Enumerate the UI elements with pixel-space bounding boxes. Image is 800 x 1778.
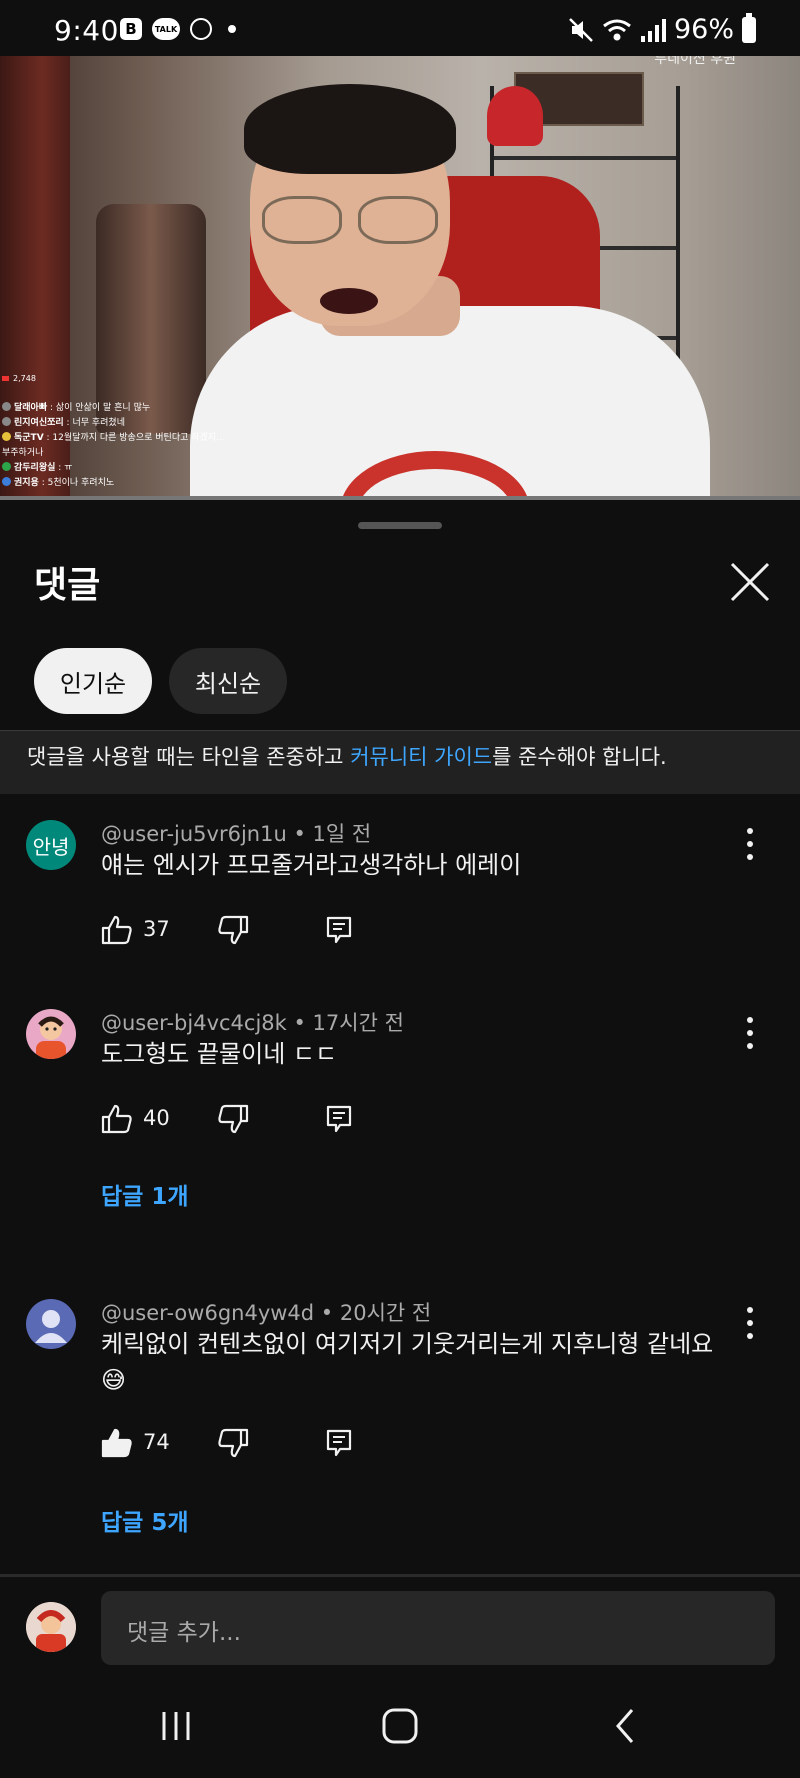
avatar[interactable] xyxy=(26,1299,76,1349)
battery-icon xyxy=(742,12,756,43)
status-time: 9:40 xyxy=(54,14,119,47)
view-replies-link[interactable]: 답글 1개 xyxy=(101,1177,189,1211)
chat-text: 부주하거나 xyxy=(2,448,44,458)
view-replies-link[interactable]: 답글 5개 xyxy=(101,1503,189,1537)
thumb-down-icon[interactable] xyxy=(217,1103,249,1135)
chat-avatar-icon xyxy=(2,402,11,411)
chat-line: 감두리왕실 : ㅠ xyxy=(2,461,242,476)
comment-text: 케릭없이 컨텐츠없이 여기저기 기웃거리는게 지후니형 같네요 xyxy=(101,1330,714,1358)
chat-text: : ㅠ xyxy=(55,463,73,473)
like-count: 37 xyxy=(143,917,170,941)
thumb-down-icon[interactable] xyxy=(217,914,249,946)
notice-text-end: 를 준수해야 합니다. xyxy=(492,745,667,769)
comment-actions: 37 xyxy=(101,914,401,950)
chat-user: 권지용 xyxy=(14,478,39,488)
comment-meta: @user-ow6gn4yw4d • 20시간 전 xyxy=(101,1301,432,1325)
viewer-count: 2,748 xyxy=(2,374,242,383)
reply-icon[interactable] xyxy=(323,914,355,946)
like-count: 74 xyxy=(143,1430,170,1454)
live-icon xyxy=(2,376,9,381)
home-icon[interactable] xyxy=(378,1706,422,1746)
chat-text: : 12월달까지 다른 방송으로 버틴다고 하겠지... xyxy=(43,433,225,443)
signal-icon xyxy=(640,18,666,42)
comment-actions: 74 xyxy=(101,1427,401,1463)
thumb-up-filled-icon[interactable] xyxy=(101,1427,133,1459)
live-chat-overlay: 2,748 달래아빠 : 삶이 안삶이 말 흔니 많누 린지여신쪼리 : 너무 … xyxy=(2,374,242,491)
chat-user: 린지여신쪼리 xyxy=(14,418,64,428)
alarm-icon xyxy=(190,18,212,40)
chat-text: : 삶이 안삶이 말 흔니 많누 xyxy=(47,403,151,413)
chat-text: : 5천이나 후려치노 xyxy=(38,478,115,488)
thumb-down-icon[interactable] xyxy=(217,1427,249,1459)
comment-meta: @user-bj4vc4cj8k • 17시간 전 xyxy=(101,1011,404,1035)
chat-line: 부주하거나 xyxy=(2,446,242,461)
current-user-avatar xyxy=(26,1602,76,1652)
notice-text: 댓글을 사용할 때는 타인을 존중하고 xyxy=(27,745,351,769)
thumb-up-icon[interactable] xyxy=(101,1103,133,1135)
comment-emoji: 😅 xyxy=(101,1366,127,1394)
comment-item: @user-bj4vc4cj8k • 17시간 전 도그형도 끝물이네 ㄷㄷ 4… xyxy=(0,997,800,1227)
chat-user: 달래아빠 xyxy=(14,403,48,413)
reply-icon[interactable] xyxy=(323,1103,355,1135)
chat-avatar-icon xyxy=(2,417,11,426)
user-avatar-icon xyxy=(26,1602,76,1652)
drag-handle[interactable] xyxy=(358,522,442,529)
chat-line: 달래아빠 : 삶이 안삶이 말 흔니 많누 xyxy=(2,401,242,416)
more-notifications-dot-icon xyxy=(228,25,236,33)
chat-line: 권지용 : 5천이나 후려치노 xyxy=(2,476,242,491)
chat-user: 독군TV xyxy=(14,433,44,443)
avatar[interactable]: 안녕 xyxy=(26,820,76,870)
battery-percent: 96% xyxy=(673,14,734,45)
sheet-title: 댓글 xyxy=(34,565,101,606)
viewer-count-value: 2,748 xyxy=(13,374,36,383)
reply-icon[interactable] xyxy=(323,1427,355,1459)
status-bar: 9:40 B TALK 96% xyxy=(0,0,800,56)
video-progress-bar[interactable] xyxy=(0,496,800,500)
donation-overlay-text: 투네이션 후원 xyxy=(654,56,736,67)
kakaotalk-icon: TALK xyxy=(152,18,180,40)
add-comment-input[interactable]: 댓글 추가... xyxy=(101,1591,775,1665)
chat-avatar-icon xyxy=(2,462,11,471)
system-indicators: 96% xyxy=(568,12,756,45)
app-badge-icon: B xyxy=(120,18,142,40)
video-scene-mouth xyxy=(320,288,378,314)
default-avatar-icon xyxy=(35,1310,67,1343)
video-player[interactable]: 투네이션 후원 2,748 달래아빠 : 삶이 안삶이 말 흔니 많누 린지여신… xyxy=(0,56,800,500)
chat-avatar-icon xyxy=(2,477,11,486)
comment-text: 얘는 엔시가 프모줄거라고생각하나 에레이 xyxy=(101,851,522,879)
comment-item: @user-ow6gn4yw4d • 20시간 전 케릭없이 컨텐츠없이 여기저… xyxy=(0,1287,800,1567)
wifi-icon xyxy=(603,19,631,40)
sort-chip-newest[interactable]: 최신순 xyxy=(169,648,287,714)
recents-icon[interactable] xyxy=(154,1706,198,1746)
chat-line: 독군TV : 12월달까지 다른 방송으로 버틴다고 하겠지... xyxy=(2,431,242,446)
like-count: 40 xyxy=(143,1106,170,1130)
avatar[interactable] xyxy=(26,1009,76,1059)
thumb-up-icon[interactable] xyxy=(101,914,133,946)
community-guide-link[interactable]: 커뮤니티 가이드 xyxy=(350,745,492,769)
community-notice: 댓글을 사용할 때는 타인을 존중하고 커뮤니티 가이드를 준수해야 합니다. xyxy=(0,731,800,794)
video-scene-hair xyxy=(244,84,456,174)
notification-icons: B TALK xyxy=(120,18,236,40)
video-scene-glasses xyxy=(262,196,442,246)
chat-avatar-icon xyxy=(2,432,11,441)
system-nav-bar xyxy=(0,1676,800,1778)
comment-actions: 40 xyxy=(101,1103,401,1139)
cartoon-avatar-icon xyxy=(36,1016,66,1059)
chat-user: 감두리왕실 xyxy=(14,463,56,473)
comments-sheet: 댓글 인기순 최신순 댓글을 사용할 때는 타인을 존중하고 커뮤니티 가이드를… xyxy=(0,508,800,1778)
comment-meta: @user-ju5vr6jn1u • 1일 전 xyxy=(101,822,372,846)
video-scene-cap xyxy=(487,86,543,146)
sort-chip-popular[interactable]: 인기순 xyxy=(34,648,152,714)
more-vertical-icon[interactable] xyxy=(736,1013,764,1053)
mute-icon xyxy=(569,17,593,42)
chat-text: : 너무 후려쳤네 xyxy=(63,418,125,428)
comment-item: 안녕 @user-ju5vr6jn1u • 1일 전 얘는 엔시가 프모줄거라고… xyxy=(0,808,800,988)
chat-line: 린지여신쪼리 : 너무 후려쳤네 xyxy=(2,416,242,431)
comment-text: 도그형도 끝물이네 ㄷㄷ xyxy=(101,1040,338,1068)
divider xyxy=(0,1574,800,1577)
close-icon[interactable] xyxy=(728,560,772,604)
back-icon[interactable] xyxy=(604,1706,648,1746)
more-vertical-icon[interactable] xyxy=(736,824,764,864)
more-vertical-icon[interactable] xyxy=(736,1303,764,1343)
